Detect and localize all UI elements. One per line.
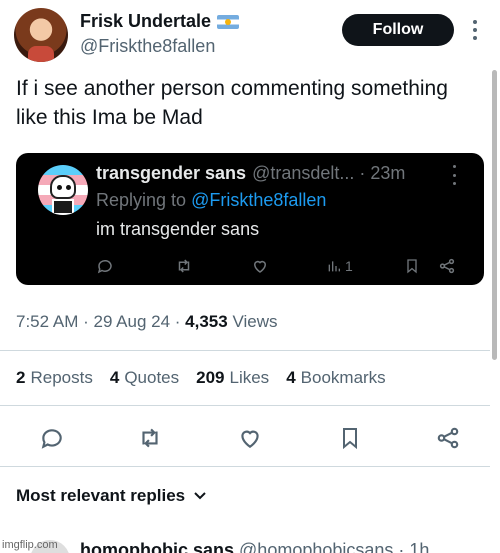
replying-to-line: Replying to @Friskthe8fallen	[96, 190, 326, 211]
bookmark-icon[interactable]	[336, 424, 364, 452]
likes-count: 209	[196, 368, 225, 387]
quoted-more-icon[interactable]	[450, 165, 458, 185]
quoted-post-header: transgender sans @transdelt... · 23m	[96, 163, 405, 184]
chevron-down-icon	[194, 492, 206, 500]
divider	[0, 405, 490, 406]
more-options-icon[interactable]	[468, 18, 482, 42]
divider	[0, 350, 490, 351]
scrollbar[interactable]	[492, 70, 497, 360]
quoted-actions-bar: 1	[16, 253, 484, 279]
bookmarks-count: 4	[286, 368, 296, 387]
quoted-like-icon[interactable]	[250, 255, 270, 277]
quotes-count: 4	[109, 368, 120, 387]
post-meta: 7:52 AM · 29 Aug 24 · 4,353 Views	[16, 312, 278, 332]
quoted-bookmark-icon[interactable]	[404, 255, 420, 277]
quoted-post-text: im transgender sans	[96, 219, 260, 239]
post-text: If i see another person commenting somet…	[16, 77, 448, 129]
follow-button[interactable]: Follow	[342, 14, 454, 46]
quoted-display-name[interactable]: transgender sans	[96, 163, 246, 184]
replies-sort-dropdown[interactable]: Most relevant replies	[16, 486, 207, 506]
engagement-stats: 2 Reposts 4 Quotes 209 Likes 4 Bookmarks	[16, 368, 386, 388]
replies-sort-label: Most relevant replies	[16, 486, 186, 505]
quoted-reply-icon[interactable]	[96, 255, 114, 277]
quoted-author-avatar[interactable]	[38, 165, 88, 215]
divider	[0, 466, 490, 467]
like-icon[interactable]	[236, 424, 264, 452]
replying-to-mention[interactable]: @Friskthe8fallen	[191, 190, 326, 210]
stat-bookmarks[interactable]: 4 Bookmarks	[286, 368, 386, 388]
post-actions-bar	[0, 420, 500, 456]
meta-separator: ·	[78, 312, 94, 331]
stat-reposts[interactable]: 2 Reposts	[16, 368, 93, 388]
post-time[interactable]: 7:52 AM	[16, 312, 78, 331]
author-handle[interactable]: @Friskthe8fallen	[80, 36, 215, 57]
quotes-label: Quotes	[124, 368, 180, 387]
views-count: 4,353	[185, 312, 228, 331]
post-header: Frisk Undertale @Friskthe8fallen Follow	[0, 0, 500, 66]
quoted-views-count: 1	[345, 258, 353, 274]
argentina-flag-icon	[217, 14, 240, 29]
author-display-name[interactable]: Frisk Undertale	[80, 11, 211, 32]
repost-icon[interactable]	[136, 424, 164, 452]
share-icon[interactable]	[434, 424, 462, 452]
reply-display-name[interactable]: homophobic sans	[80, 540, 234, 553]
quoted-timestamp[interactable]: · 23m	[359, 163, 405, 184]
bookmarks-label: Bookmarks	[300, 368, 386, 387]
quoted-views[interactable]: 1	[326, 255, 353, 277]
views-label: Views	[232, 312, 278, 331]
replying-to-label: Replying to	[96, 190, 187, 210]
quoted-share-icon[interactable]	[438, 255, 456, 277]
post-date[interactable]: 29 Aug 24	[93, 312, 170, 331]
stat-likes[interactable]: 209 Likes	[196, 368, 269, 388]
watermark: imgflip.com	[2, 539, 58, 551]
reposts-label: Reposts	[30, 368, 93, 387]
reposts-count: 2	[16, 368, 26, 387]
author-avatar[interactable]	[14, 8, 68, 62]
quoted-handle[interactable]: @transdelt...	[252, 163, 354, 184]
quoted-post[interactable]: transgender sans @transdelt... · 23m Rep…	[16, 153, 484, 285]
likes-label: Likes	[229, 368, 270, 387]
stat-quotes[interactable]: 4 Quotes	[110, 368, 179, 388]
reply-handle[interactable]: @homophobicsans · 1h	[239, 540, 429, 553]
reply-item[interactable]: homophobic sans @homophobicsans · 1h	[0, 532, 500, 553]
reply-header: homophobic sans @homophobicsans · 1h	[80, 540, 429, 553]
author-name-row: Frisk Undertale	[80, 11, 240, 32]
reply-icon[interactable]	[38, 424, 66, 452]
quoted-repost-icon[interactable]	[174, 255, 194, 277]
meta-separator: ·	[170, 312, 186, 331]
skull-icon	[50, 175, 76, 199]
